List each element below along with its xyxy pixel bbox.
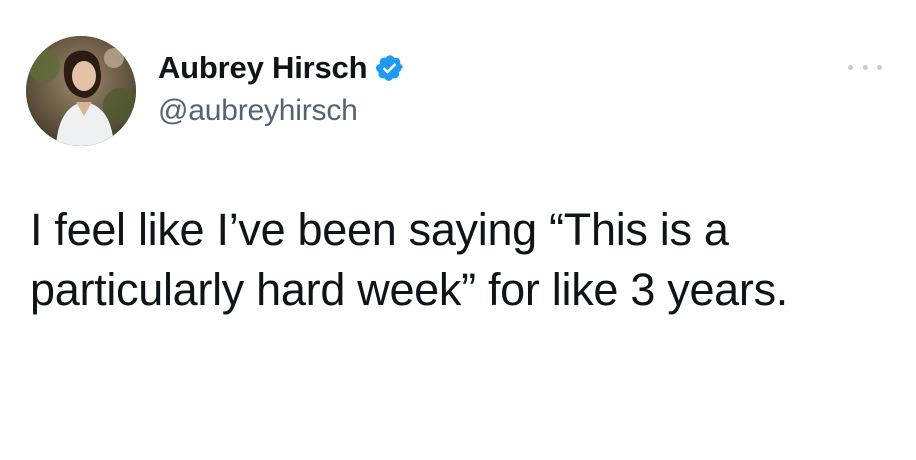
display-name[interactable]: Aubrey Hirsch <box>158 50 368 86</box>
dot-icon <box>862 64 868 70</box>
tweet-text: I feel like I’ve been saying “This is a … <box>30 200 890 320</box>
author-name-row[interactable]: Aubrey Hirsch <box>158 50 405 86</box>
tweet-text-line: particularly hard week” for like 3 years… <box>30 264 788 315</box>
author-handle[interactable]: @aubreyhirsch <box>158 94 358 128</box>
tweet-text-line: I feel like I’ve been saying “This is a <box>30 204 729 255</box>
profile-photo-icon <box>26 36 136 146</box>
dot-icon <box>848 64 853 70</box>
more-options-icon[interactable] <box>848 62 882 72</box>
tweet-card: Aubrey Hirsch @aubreyhirsch I feel like … <box>0 0 916 460</box>
dot-icon <box>877 64 882 70</box>
avatar[interactable] <box>26 36 136 146</box>
verified-badge-icon <box>375 53 405 83</box>
